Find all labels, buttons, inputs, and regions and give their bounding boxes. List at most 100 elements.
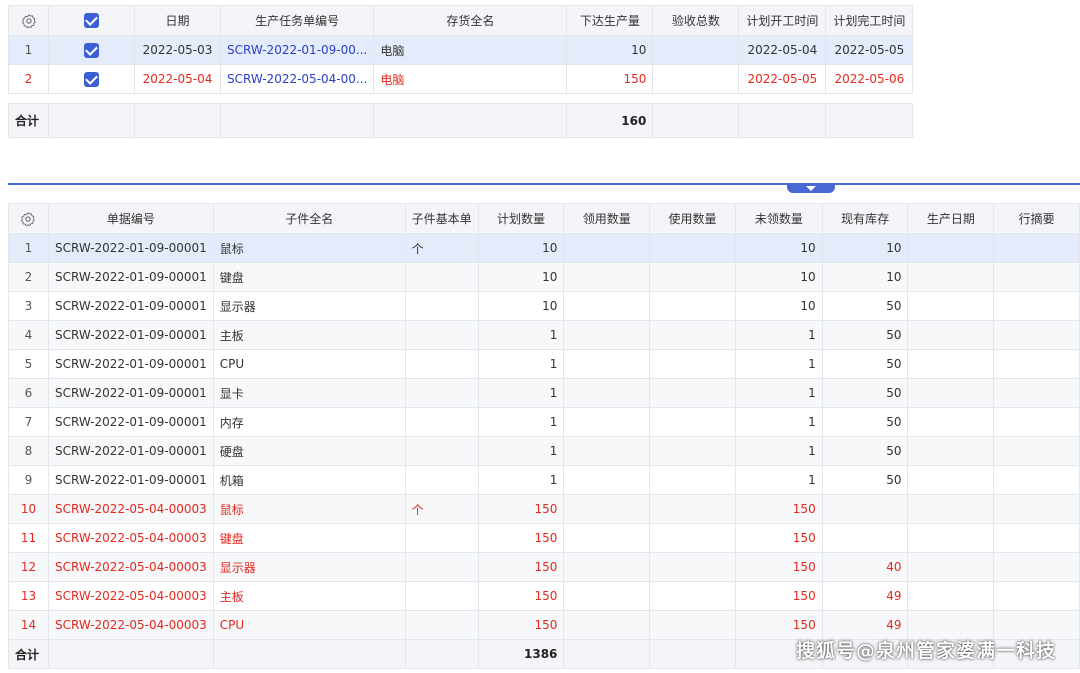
header-row-summary[interactable]: 行摘要 <box>993 203 1080 234</box>
table-row[interactable]: 3 SCRW-2022-01-09-00001 显示器 10 10 50 <box>8 291 1080 321</box>
cell-production-date <box>907 465 995 495</box>
cell-task-code-link[interactable]: SCRW-2022-05-04-00... <box>219 64 375 94</box>
cell-component-name: 键盘 <box>212 523 406 553</box>
header-used-qty[interactable]: 使用数量 <box>649 203 736 234</box>
cell-production-date <box>907 291 995 321</box>
cell-used-qty <box>649 581 736 611</box>
header-component-unit[interactable]: 子件基本单 <box>404 203 479 234</box>
header-task-code[interactable]: 生产任务单编号 <box>219 5 375 36</box>
watermark: 搜狐号@泉州管家婆满一科技 <box>795 640 1056 662</box>
cell-component-name: 显卡 <box>212 378 406 408</box>
cell-doc-code: SCRW-2022-01-09-00001 <box>47 233 214 263</box>
table-row[interactable]: 6 SCRW-2022-01-09-00001 显卡 1 1 50 <box>8 378 1080 408</box>
row-index: 5 <box>8 349 49 379</box>
cell-used-qty <box>649 465 736 495</box>
cell-date: 2022-05-03 <box>134 35 221 65</box>
table-row[interactable]: 4 SCRW-2022-01-09-00001 主板 1 1 50 <box>8 320 1080 350</box>
row-checkbox[interactable] <box>48 35 135 65</box>
table-row[interactable]: 2 SCRW-2022-01-09-00001 键盘 10 10 10 <box>8 262 1080 292</box>
table-row[interactable]: 11 SCRW-2022-05-04-00003 键盘 150 150 <box>8 523 1080 553</box>
cell-component-unit <box>404 320 479 350</box>
row-checkbox[interactable] <box>48 64 135 94</box>
cell-current-stock: 50 <box>821 349 909 379</box>
cell-plan-qty: 1 <box>477 465 565 495</box>
cell-plan-qty: 150 <box>477 581 565 611</box>
collapse-handle-chevron-icon[interactable] <box>787 185 835 193</box>
header-taken-qty[interactable]: 领用数量 <box>563 203 651 234</box>
table-row[interactable]: 12 SCRW-2022-05-04-00003 显示器 150 150 40 <box>8 552 1080 582</box>
cell-plan-end: 2022-05-05 <box>825 35 914 65</box>
cell-plan-start: 2022-05-05 <box>738 64 827 94</box>
cell-doc-code: SCRW-2022-05-04-00003 <box>47 610 214 640</box>
row-index: 10 <box>8 494 49 524</box>
row-index: 12 <box>8 552 49 582</box>
row-index: 1 <box>8 35 49 65</box>
pane-splitter[interactable] <box>8 183 1080 185</box>
cell-doc-code: SCRW-2022-05-04-00003 <box>47 523 214 553</box>
header-issued-qty[interactable]: 下达生产量 <box>566 5 654 36</box>
checkbox-checked-icon <box>84 13 99 28</box>
cell-component-unit <box>404 465 479 495</box>
cell-plan-start: 2022-05-04 <box>738 35 827 65</box>
cell-production-date <box>907 552 995 582</box>
top-header-row: 日期 生产任务单编号 存货全名 下达生产量 验收总数 计划开工时间 计划完工时间 <box>8 5 914 36</box>
cell-component-name: 鼠标 <box>212 233 406 263</box>
table-row[interactable]: 13 SCRW-2022-05-04-00003 主板 150 150 49 <box>8 581 1080 611</box>
cell-component-name: 硬盘 <box>212 436 406 466</box>
cell-current-stock: 50 <box>821 291 909 321</box>
table-row[interactable]: 9 SCRW-2022-01-09-00001 机箱 1 1 50 <box>8 465 1080 495</box>
cell-row-summary <box>993 494 1080 524</box>
table-row[interactable]: 1 SCRW-2022-01-09-00001 鼠标个 10 10 10 <box>8 233 1080 263</box>
table-row[interactable]: 5 SCRW-2022-01-09-00001 CPU 1 1 50 <box>8 349 1080 379</box>
table-row[interactable]: 10 SCRW-2022-05-04-00003 鼠标个 150 150 <box>8 494 1080 524</box>
header-untaken-qty[interactable]: 未领数量 <box>734 203 823 234</box>
column-settings-button[interactable] <box>8 5 49 36</box>
cell-component-unit <box>404 523 479 553</box>
cell-taken-qty <box>563 378 651 408</box>
header-accepted-total[interactable]: 验收总数 <box>652 5 740 36</box>
cell-used-qty <box>649 262 736 292</box>
table-row[interactable]: 1 2022-05-03 SCRW-2022-01-09-00... 电脑 10… <box>8 35 914 65</box>
table-row[interactable]: 7 SCRW-2022-01-09-00001 内存 1 1 50 <box>8 407 1080 437</box>
table-row[interactable]: 2 2022-05-04 SCRW-2022-05-04-00... 电脑 15… <box>8 64 914 94</box>
component-detail-grid: 单据编号 子件全名 子件基本单 计划数量 领用数量 使用数量 未领数量 现有库存… <box>8 203 1080 669</box>
cell-component-name: 显示器 <box>212 552 406 582</box>
header-plan-qty[interactable]: 计划数量 <box>477 203 565 234</box>
cell-task-code-link[interactable]: SCRW-2022-01-09-00... <box>219 35 375 65</box>
cell-current-stock: 50 <box>821 320 909 350</box>
cell-taken-qty <box>563 610 651 640</box>
column-settings-button[interactable] <box>8 203 49 234</box>
total-empty-cell <box>47 639 214 669</box>
header-current-stock[interactable]: 现有库存 <box>821 203 909 234</box>
cell-production-date <box>907 262 995 292</box>
cell-production-date <box>907 407 995 437</box>
header-inventory-name[interactable]: 存货全名 <box>373 5 568 36</box>
header-component-name[interactable]: 子件全名 <box>212 203 406 234</box>
cell-row-summary <box>993 407 1080 437</box>
cell-plan-qty: 10 <box>477 233 565 263</box>
cell-current-stock: 50 <box>821 407 909 437</box>
row-index: 7 <box>8 407 49 437</box>
header-doc-code[interactable]: 单据编号 <box>47 203 214 234</box>
cell-component-unit <box>404 407 479 437</box>
cell-production-date <box>907 378 995 408</box>
table-row[interactable]: 8 SCRW-2022-01-09-00001 硬盘 1 1 50 <box>8 436 1080 466</box>
header-production-date[interactable]: 生产日期 <box>907 203 995 234</box>
cell-component-name: 显示器 <box>212 291 406 321</box>
total-empty-cell <box>404 639 479 669</box>
header-plan-start[interactable]: 计划开工时间 <box>738 5 827 36</box>
cell-component-unit <box>404 581 479 611</box>
cell-current-stock <box>821 523 909 553</box>
cell-untaken-qty: 1 <box>734 349 823 379</box>
cell-doc-code: SCRW-2022-05-04-00003 <box>47 581 214 611</box>
select-all-checkbox[interactable] <box>48 5 135 36</box>
total-empty-cell <box>563 639 651 669</box>
gear-icon <box>21 13 36 28</box>
row-index: 6 <box>8 378 49 408</box>
header-plan-end[interactable]: 计划完工时间 <box>825 5 914 36</box>
cell-doc-code: SCRW-2022-01-09-00001 <box>47 407 214 437</box>
cell-plan-qty: 10 <box>477 291 565 321</box>
cell-row-summary <box>993 378 1080 408</box>
cell-plan-end: 2022-05-06 <box>825 64 914 94</box>
header-date[interactable]: 日期 <box>134 5 221 36</box>
